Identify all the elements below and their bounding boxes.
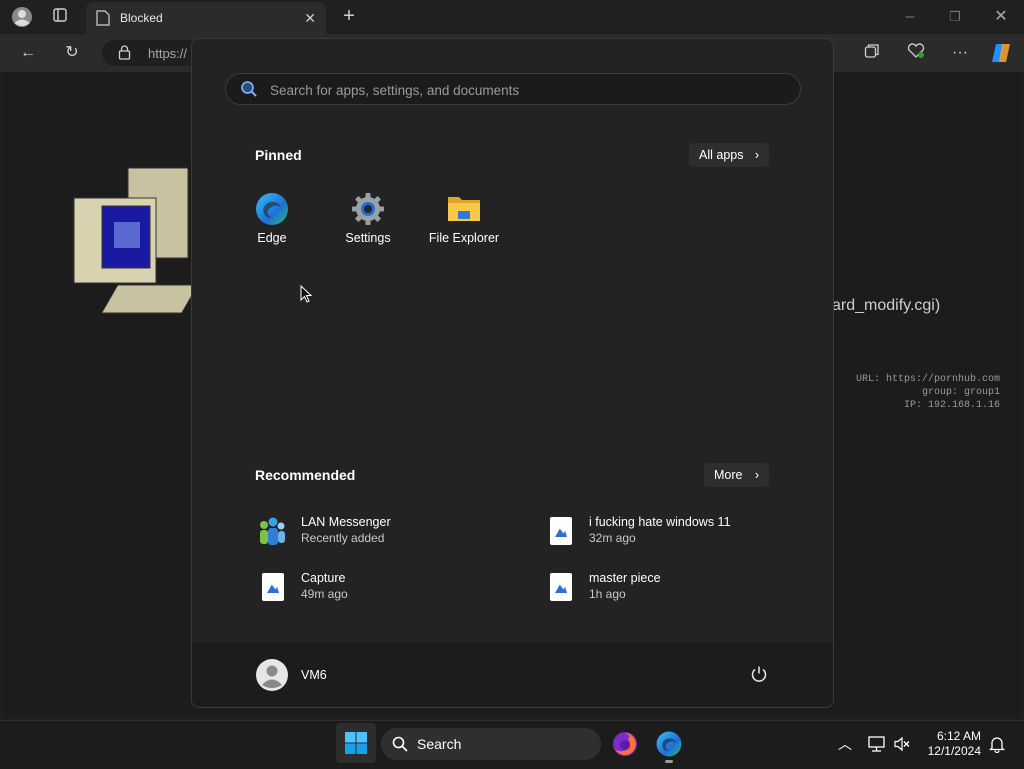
tab-actions-icon[interactable] [50, 7, 70, 27]
settings-gear-icon [350, 191, 386, 227]
recommended-name: LAN Messenger [301, 515, 391, 529]
start-button[interactable] [336, 723, 376, 763]
info-url: URL: https://pornhub.com [855, 374, 1000, 385]
tab-title: Blocked [120, 11, 163, 25]
taskbar-clock[interactable]: 6:12 AM 12/1/2024 [905, 729, 981, 759]
minimize-icon[interactable]: – [900, 7, 920, 27]
pinned-title: Pinned [255, 147, 302, 163]
image-file-icon [544, 571, 576, 605]
blocked-info: URL: https://pornhub.com group: group1 I… [820, 373, 1000, 412]
pinned-app-label: Edge [257, 231, 287, 245]
back-icon[interactable]: ← [18, 43, 38, 63]
all-apps-button[interactable]: All apps › [689, 143, 769, 167]
start-menu: Pinned All apps › Edge Settings File Exp… [191, 38, 834, 708]
power-icon[interactable] [750, 665, 770, 685]
taskbar-edge-icon[interactable] [655, 730, 683, 764]
notification-bell-icon[interactable] [988, 735, 1006, 754]
pinned-app-file-explorer[interactable]: File Explorer [416, 191, 512, 245]
lock-icon [118, 45, 131, 65]
more-options-icon[interactable]: ··· [950, 43, 970, 63]
url-text: https:// [148, 46, 188, 61]
search-icon [240, 80, 258, 103]
image-file-icon [256, 571, 288, 605]
windows-logo-icon [344, 731, 368, 760]
info-ip: IP: 192.168.1.16 [903, 400, 1000, 411]
lan-messenger-icon [256, 515, 288, 549]
browser-essentials-icon[interactable] [906, 43, 926, 65]
network-icon[interactable] [868, 735, 886, 753]
user-avatar-icon [256, 659, 288, 696]
pinned-app-label: Settings [345, 231, 391, 245]
tab-close-icon[interactable]: ✕ [304, 10, 316, 27]
taskbar-search-label: Search [417, 736, 462, 752]
copilot-icon[interactable] [990, 41, 1014, 65]
recommended-item[interactable]: i fucking hate windows 11 32m ago [544, 513, 804, 553]
image-file-icon [544, 515, 576, 549]
recommended-title: Recommended [255, 467, 356, 483]
firefox-icon[interactable] [612, 731, 638, 757]
edge-icon [254, 191, 290, 227]
refresh-icon[interactable]: ↻ [62, 43, 82, 63]
running-indicator [665, 760, 673, 763]
page-error-text: ard_modify.cgi) [832, 297, 941, 314]
page-icon [96, 10, 110, 31]
profile-avatar-icon[interactable] [10, 6, 34, 28]
clock-time: 6:12 AM [936, 729, 981, 743]
recommended-sub: 1h ago [589, 587, 626, 601]
chevron-right-icon: › [754, 468, 759, 482]
pinned-app-settings[interactable]: Settings [320, 191, 416, 245]
recommended-name: master piece [589, 571, 661, 585]
info-group: group: group1 [921, 387, 1000, 398]
taskbar-search[interactable]: Search [381, 728, 601, 760]
collections-icon[interactable] [862, 43, 882, 65]
window-close-icon[interactable]: ✕ [991, 7, 1011, 27]
recommended-item[interactable]: LAN Messenger Recently added [256, 513, 516, 553]
more-label: More [714, 468, 743, 482]
chevron-right-icon: › [754, 148, 759, 162]
folder-icon [446, 191, 482, 227]
recommended-sub: 32m ago [589, 531, 636, 545]
search-icon [392, 736, 408, 757]
all-apps-label: All apps [699, 148, 744, 162]
browser-tab-active[interactable]: Blocked ✕ [86, 2, 326, 34]
start-search-box[interactable] [225, 73, 801, 105]
new-tab-icon[interactable]: + [338, 6, 360, 28]
recommended-sub: Recently added [301, 531, 385, 545]
more-button[interactable]: More › [704, 463, 769, 487]
clock-date: 12/1/2024 [927, 744, 981, 758]
pinned-app-edge[interactable]: Edge [224, 191, 320, 245]
start-menu-footer: VM6 [192, 643, 833, 707]
pinned-app-label: File Explorer [428, 231, 500, 245]
recommended-name: Capture [301, 571, 346, 585]
user-name: VM6 [301, 668, 327, 682]
retro-computer-illustration [70, 160, 199, 330]
mouse-cursor-icon [300, 284, 313, 308]
recommended-name: i fucking hate windows 11 [589, 515, 731, 529]
chevron-up-icon[interactable]: ︿ [836, 734, 854, 754]
recommended-sub: 49m ago [301, 587, 348, 601]
user-account-button[interactable]: VM6 [256, 659, 366, 693]
recommended-item[interactable]: master piece 1h ago [544, 569, 804, 609]
restore-icon[interactable]: ❐ [945, 7, 965, 27]
start-search-input[interactable] [268, 79, 772, 101]
recommended-item[interactable]: Capture 49m ago [256, 569, 516, 609]
